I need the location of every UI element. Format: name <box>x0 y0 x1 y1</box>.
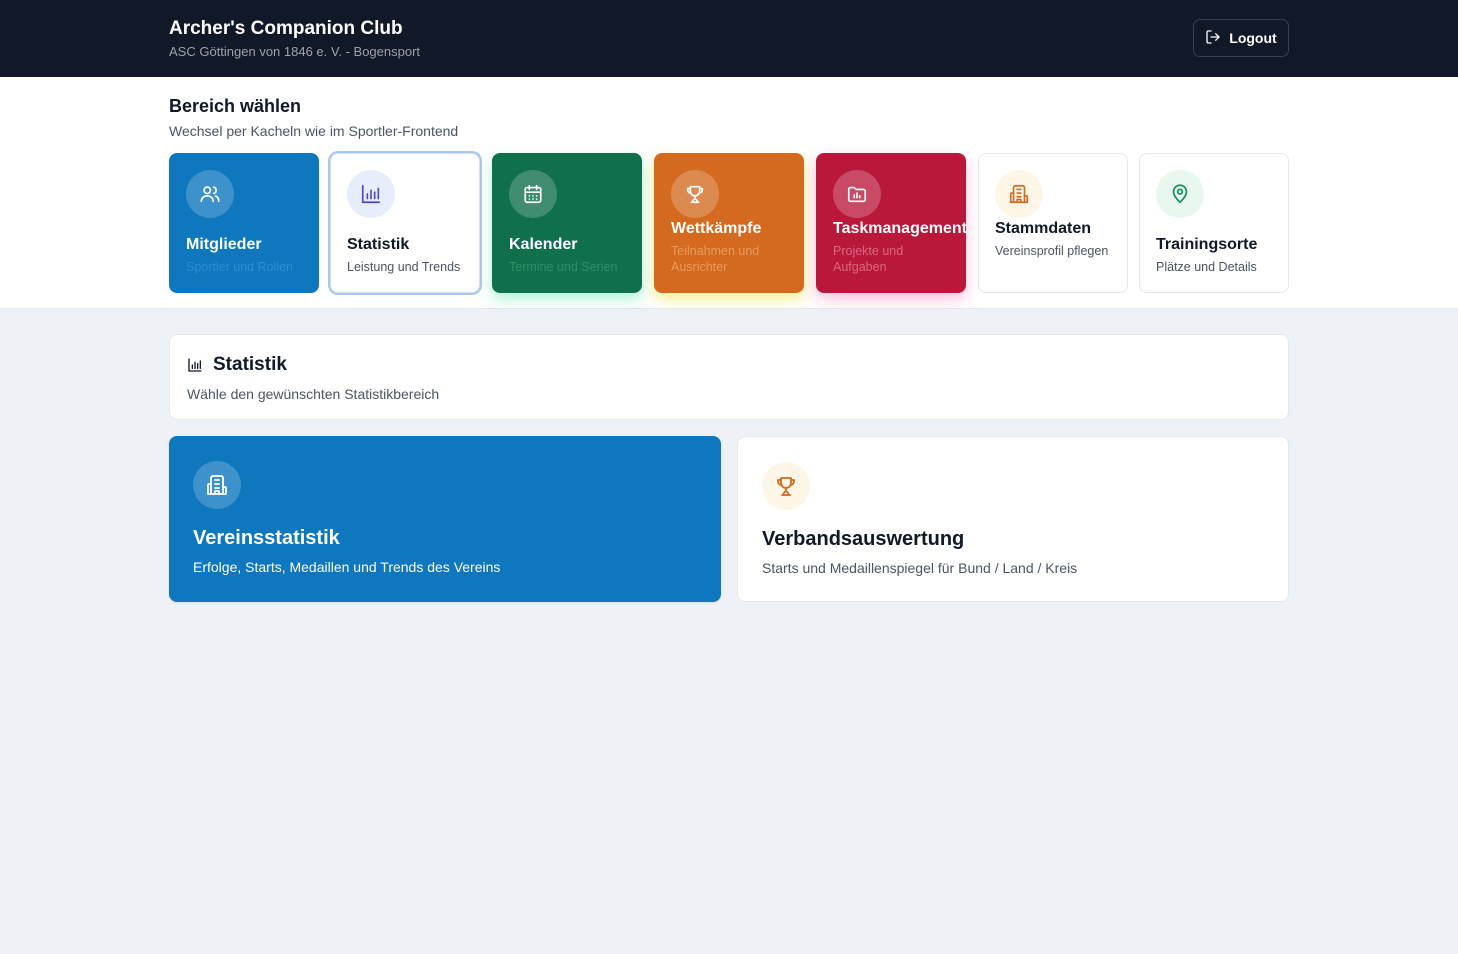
statistik-panel: Statistik Wähle den gewünschten Statisti… <box>169 334 1289 420</box>
tile-subtitle: Vereinsprofil pflegen <box>995 244 1109 258</box>
calendar-icon <box>509 170 557 218</box>
users-icon <box>186 170 234 218</box>
bar-chart-icon <box>347 170 395 218</box>
area-selector: Bereich wählen Wechsel per Kacheln wie i… <box>0 77 1458 309</box>
card-verbandsauswertung[interactable]: Verbandsauswertung Starts und Medaillens… <box>737 436 1289 602</box>
top-bar: Archer's Companion Club ASC Göttingen vo… <box>0 0 1458 77</box>
logout-icon <box>1205 29 1221 48</box>
logout-label: Logout <box>1229 30 1277 46</box>
card-vereinsstatistik[interactable]: Vereinsstatistik Erfolge, Starts, Medail… <box>169 436 721 602</box>
selector-subtitle: Wechsel per Kacheln wie im Sportler-Fron… <box>169 123 459 139</box>
tile-subtitle: Leistung und Trends <box>347 260 461 274</box>
tile-subtitle: Projekte und Aufgaben <box>833 244 904 274</box>
panel-subtitle: Wähle den gewünschten Statistikbereich <box>187 386 440 402</box>
app-title: Archer's Companion Club <box>169 18 403 39</box>
logout-button[interactable]: Logout <box>1193 19 1289 57</box>
tile-title: Wettkämpfe <box>671 220 762 237</box>
tile-title: Statistik <box>347 236 410 253</box>
tile-subtitle: Sportler und Rollen <box>186 260 294 274</box>
tile-wettkaempfe[interactable]: Wettkämpfe Teilnahmen und Ausrichter <box>654 153 804 293</box>
tile-title: Stammdaten <box>995 220 1092 237</box>
bar-chart-icon <box>187 357 203 373</box>
trophy-icon <box>762 462 810 510</box>
card-subtitle: Starts und Medaillenspiegel für Bund / L… <box>762 560 1078 576</box>
tile-stammdaten[interactable]: Stammdaten Vereinsprofil pflegen <box>978 153 1128 293</box>
tile-mitglieder[interactable]: Mitglieder Sportler und Rollen <box>169 153 319 293</box>
tile-taskmanagement[interactable]: Taskmanagement Projekte und Aufgaben <box>816 153 966 293</box>
tile-statistik[interactable]: Statistik Leistung und Trends <box>330 153 480 293</box>
tile-title: Trainingsorte <box>1156 236 1258 253</box>
tile-trainingsorte[interactable]: Trainingsorte Plätze und Details <box>1139 153 1289 293</box>
map-pin-icon <box>1156 170 1204 218</box>
trophy-icon <box>671 170 719 218</box>
card-subtitle: Erfolge, Starts, Medaillen und Trends de… <box>193 559 501 575</box>
folder-icon <box>833 170 881 218</box>
panel-title: Statistik <box>213 354 287 375</box>
tile-subtitle: Plätze und Details <box>1156 260 1257 274</box>
selector-title: Bereich wählen <box>169 96 302 116</box>
building-icon <box>995 170 1043 218</box>
tile-title: Kalender <box>509 236 578 253</box>
tile-title: Mitglieder <box>186 236 262 253</box>
tile-subtitle: Teilnahmen und Ausrichter <box>671 244 760 274</box>
app-subtitle: ASC Göttingen von 1846 e. V. - Bogenspor… <box>169 44 421 59</box>
tile-title: Taskmanagement <box>833 220 966 237</box>
card-title: Verbandsauswertung <box>762 528 965 550</box>
building-icon <box>193 461 241 509</box>
card-title: Vereinsstatistik <box>193 527 340 549</box>
tile-subtitle: Termine und Serien <box>509 260 618 274</box>
tile-kalender[interactable]: Kalender Termine und Serien <box>492 153 642 293</box>
